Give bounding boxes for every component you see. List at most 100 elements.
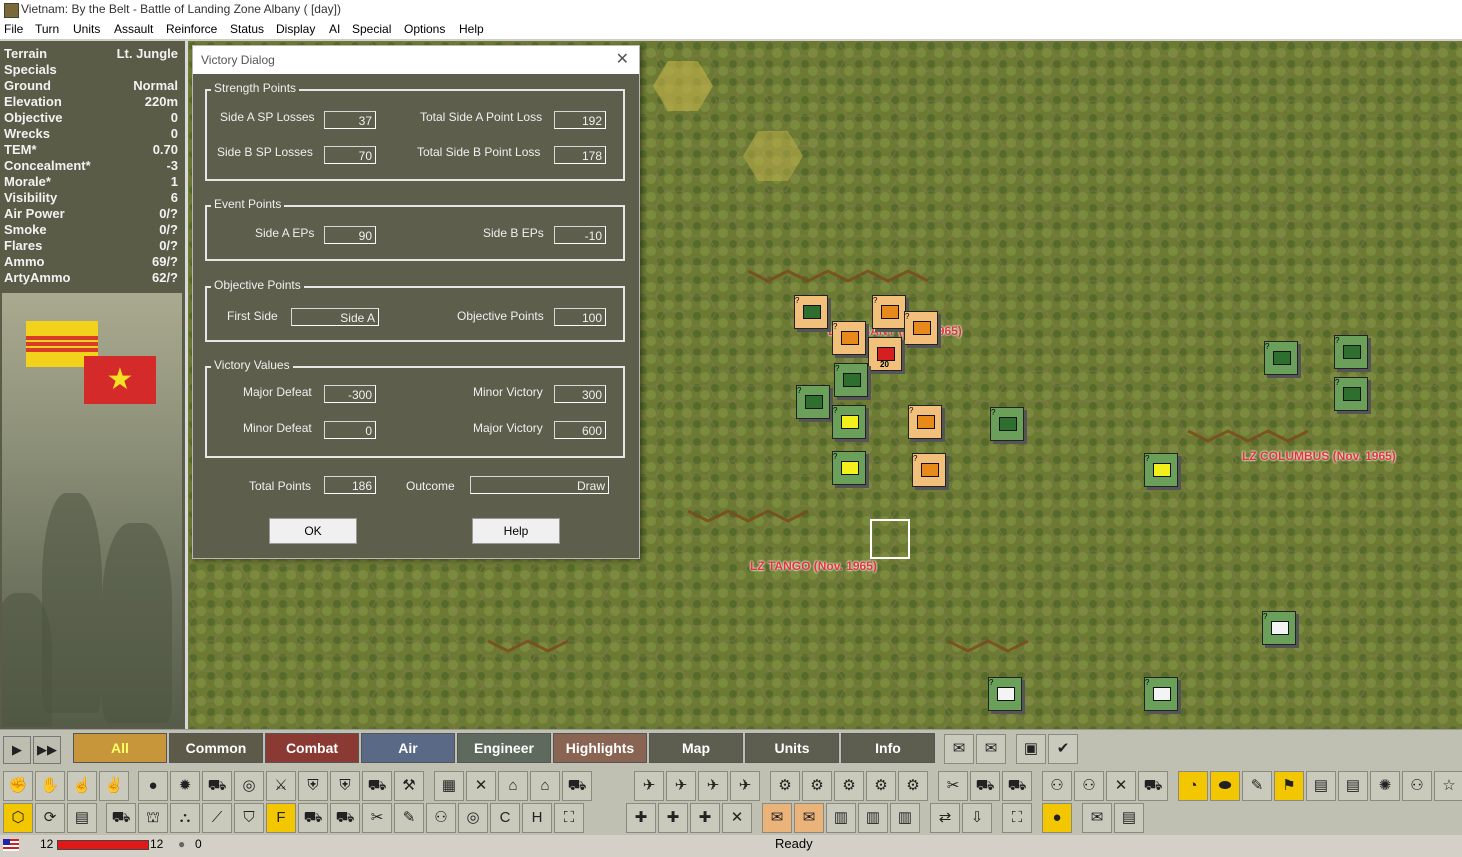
jet-icon[interactable]: ✈ bbox=[634, 771, 664, 801]
wrench-icon[interactable]: ✂ bbox=[938, 771, 968, 801]
building-icon[interactable]: ⌂ bbox=[530, 771, 560, 801]
crossed-icon[interactable]: ✕ bbox=[466, 771, 496, 801]
field-icon[interactable]: F bbox=[266, 803, 296, 833]
tent-icon[interactable]: ⌂ bbox=[498, 771, 528, 801]
unit-counter[interactable]: ? bbox=[988, 677, 1022, 711]
hand-icon[interactable]: ✋ bbox=[35, 771, 65, 801]
group-tree-icon[interactable]: ⛶ bbox=[1002, 803, 1032, 833]
people-icon[interactable]: ⚇ bbox=[1074, 771, 1104, 801]
rifle-icon[interactable]: ⚔ bbox=[266, 771, 296, 801]
unit-counter[interactable]: ? bbox=[1264, 341, 1298, 375]
unit-counter[interactable]: ? bbox=[904, 311, 938, 345]
unit-counter[interactable]: ? bbox=[794, 295, 828, 329]
group-alt-icon[interactable]: ⚇ bbox=[426, 803, 456, 833]
ramp-icon[interactable]: ⟋ bbox=[202, 803, 232, 833]
menu-turn[interactable]: Turn bbox=[35, 22, 59, 36]
fire-icon[interactable]: ✌ bbox=[99, 771, 129, 801]
shield-icon[interactable]: ⛨ bbox=[298, 771, 328, 801]
truck-loaded-icon[interactable]: ⛟ bbox=[330, 803, 360, 833]
play-icon[interactable]: ▶ bbox=[3, 736, 31, 764]
report-icon[interactable]: ▤ bbox=[1114, 803, 1144, 833]
tab-common[interactable]: Common bbox=[169, 733, 263, 763]
truck-alt-icon[interactable]: ⛟ bbox=[298, 803, 328, 833]
cc-icon[interactable]: C bbox=[490, 803, 520, 833]
unit-counter[interactable]: ? bbox=[990, 407, 1024, 441]
truck-icon[interactable]: ⛟ bbox=[362, 771, 392, 801]
plane-icon[interactable]: ✈ bbox=[698, 771, 728, 801]
vehicle-alt-icon[interactable]: ⛟ bbox=[1138, 771, 1168, 801]
people-alt-icon[interactable]: ⚇ bbox=[1402, 771, 1432, 801]
unit-counter[interactable]: ? bbox=[908, 405, 942, 439]
org-chart-icon[interactable]: ⛶ bbox=[554, 803, 584, 833]
save-icon[interactable]: ▣ bbox=[1016, 734, 1046, 764]
tab-map[interactable]: Map bbox=[649, 733, 743, 763]
unit-list-icon[interactable]: ✉ bbox=[944, 734, 974, 764]
menu-reinforce[interactable]: Reinforce bbox=[166, 22, 217, 36]
assault-icon[interactable]: ✊ bbox=[3, 771, 33, 801]
trench-icon[interactable]: ⛉ bbox=[234, 803, 264, 833]
map-icon[interactable]: ▤ bbox=[1306, 771, 1336, 801]
bomb-icon[interactable]: ✈ bbox=[730, 771, 760, 801]
unit-counter[interactable]: ? bbox=[832, 321, 866, 355]
tank-icon[interactable]: ⛟ bbox=[562, 771, 592, 801]
tab-engineer[interactable]: Engineer bbox=[457, 733, 551, 763]
cross-icon[interactable]: ✕ bbox=[1106, 771, 1136, 801]
tab-units[interactable]: Units bbox=[745, 733, 839, 763]
tank-build-icon[interactable]: ⛟ bbox=[106, 803, 136, 833]
unit-counter[interactable]: ? bbox=[872, 295, 906, 329]
rally-icon[interactable]: ☝ bbox=[67, 771, 97, 801]
layers-icon[interactable]: ▥ bbox=[826, 803, 856, 833]
tab-info[interactable]: Info bbox=[841, 733, 935, 763]
layers-alt-icon[interactable]: ▥ bbox=[858, 803, 888, 833]
hq-icon[interactable]: H bbox=[522, 803, 552, 833]
helicopter-land-icon[interactable]: ⚙ bbox=[834, 771, 864, 801]
unit-counter[interactable]: ? bbox=[832, 405, 866, 439]
group-icon[interactable]: ⚇ bbox=[1042, 771, 1072, 801]
unit-counter[interactable]: ? bbox=[834, 363, 868, 397]
help-button[interactable]: Help bbox=[472, 518, 560, 544]
tab-air[interactable]: Air bbox=[361, 733, 455, 763]
menu-file[interactable]: File bbox=[4, 22, 23, 36]
unit-counter[interactable]: ? bbox=[1334, 377, 1368, 411]
menu-units[interactable]: Units bbox=[73, 22, 100, 36]
fortify-icon[interactable]: ⛟ bbox=[1002, 771, 1032, 801]
gauge-icon[interactable]: ◔ bbox=[1178, 771, 1208, 801]
hide-icon[interactable]: ✕ bbox=[722, 803, 752, 833]
menu-special[interactable]: Special bbox=[352, 22, 391, 36]
sun-icon[interactable]: ✺ bbox=[1370, 771, 1400, 801]
target-alt-icon[interactable]: ◎ bbox=[458, 803, 488, 833]
strike-icon[interactable]: ✈ bbox=[666, 771, 696, 801]
unit-list-all-icon[interactable]: ✉ bbox=[976, 734, 1006, 764]
list-icon[interactable]: ▤ bbox=[67, 803, 97, 833]
tab-highlights[interactable]: Highlights bbox=[553, 733, 647, 763]
unit-counter[interactable]: ? bbox=[796, 385, 830, 419]
oval-icon[interactable]: ⬬ bbox=[1210, 771, 1240, 801]
unit-counter[interactable]: ? bbox=[1262, 611, 1296, 645]
menu-assault[interactable]: Assault bbox=[114, 22, 153, 36]
fast-forward-icon[interactable]: ▶▶ bbox=[33, 736, 61, 764]
unit-move-alt-icon[interactable]: ✚ bbox=[658, 803, 688, 833]
explosion-icon[interactable]: ✹ bbox=[170, 771, 200, 801]
circle-icon[interactable]: ● bbox=[138, 771, 168, 801]
flag-icon[interactable]: ⚑ bbox=[1274, 771, 1304, 801]
barrier-icon[interactable]: ⛬ bbox=[170, 803, 200, 833]
helicopter-base-icon[interactable]: ⚙ bbox=[898, 771, 928, 801]
repair-alt-icon[interactable]: ✂ bbox=[362, 803, 392, 833]
tab-combat[interactable]: Combat bbox=[265, 733, 359, 763]
menu-status[interactable]: Status bbox=[230, 22, 264, 36]
unit-counter[interactable]: ? bbox=[832, 451, 866, 485]
menu-display[interactable]: Display bbox=[276, 22, 315, 36]
swap-icon[interactable]: ⇄ bbox=[930, 803, 960, 833]
repair-icon[interactable]: ⛟ bbox=[970, 771, 1000, 801]
tab-all[interactable]: All bbox=[73, 733, 167, 763]
helicopter-icon[interactable]: ⚙ bbox=[770, 771, 800, 801]
circles-icon[interactable]: ● bbox=[1042, 803, 1072, 833]
unit-counter[interactable]: 20 bbox=[868, 337, 902, 371]
envelope-alt-on-icon[interactable]: ✉ bbox=[794, 803, 824, 833]
hex-outline-icon[interactable]: ⬡ bbox=[3, 803, 33, 833]
check-icon[interactable]: ✔ bbox=[1048, 734, 1078, 764]
unit-counter[interactable]: ? bbox=[1144, 453, 1178, 487]
grid-icon[interactable]: ▦ bbox=[434, 771, 464, 801]
star-outline-icon[interactable]: ☆ bbox=[1434, 771, 1462, 801]
menu-ai[interactable]: AI bbox=[329, 22, 340, 36]
